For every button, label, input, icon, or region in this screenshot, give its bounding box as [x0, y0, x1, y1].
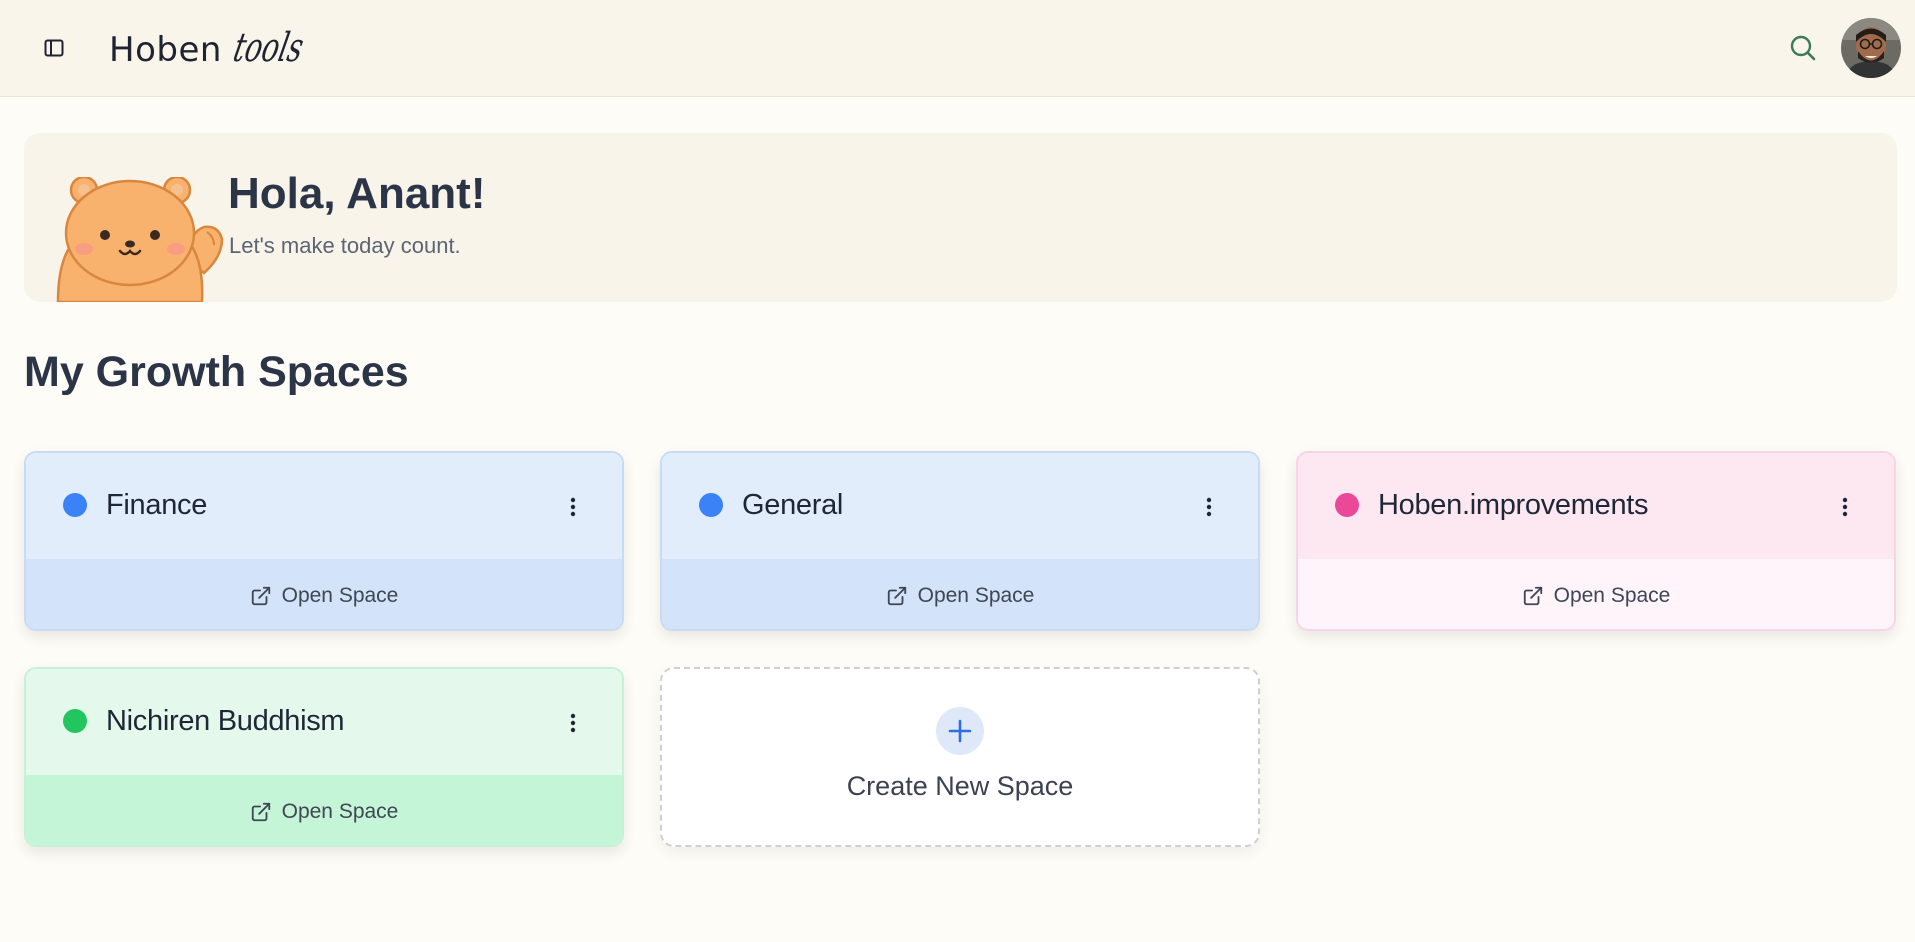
open-space-button[interactable]: Open Space: [26, 775, 622, 845]
space-menu-button[interactable]: [1832, 489, 1858, 525]
plus-icon: [948, 719, 972, 743]
open-space-button[interactable]: Open Space: [26, 559, 622, 629]
more-vertical-icon: [1206, 497, 1212, 517]
external-link-icon: [251, 802, 270, 822]
space-card-header[interactable]: Hoben.improvements: [1298, 453, 1894, 559]
open-space-button[interactable]: Open Space: [1298, 559, 1894, 629]
sidebar-toggle-button[interactable]: [36, 30, 72, 66]
more-vertical-icon: [570, 713, 576, 733]
open-space-button[interactable]: Open Space: [662, 559, 1258, 629]
top-bar: Hoben tools: [0, 0, 1915, 97]
plus-circle: [936, 707, 984, 755]
space-card-general: General Open Space: [660, 451, 1260, 631]
space-color-dot: [63, 493, 87, 517]
user-avatar[interactable]: [1841, 18, 1901, 78]
space-color-dot: [1335, 493, 1359, 517]
space-menu-button[interactable]: [560, 705, 586, 741]
space-name: General: [742, 489, 844, 521]
open-space-label: Open Space: [917, 584, 1035, 607]
user-avatar-image: [1841, 18, 1901, 78]
greeting-title: Hola, Anant!: [228, 169, 486, 218]
logo-text: Hoben: [109, 30, 222, 70]
space-card-nichiren-buddhism: Nichiren Buddhism Open Space: [24, 667, 624, 847]
more-vertical-icon: [570, 497, 576, 517]
sidebar-toggle-icon: [44, 39, 64, 57]
more-vertical-icon: [1842, 497, 1848, 517]
create-new-space-label: Create New Space: [846, 771, 1074, 801]
external-link-icon: [887, 586, 906, 606]
search-icon: [1790, 35, 1816, 61]
space-card-header[interactable]: Nichiren Buddhism: [26, 669, 622, 775]
space-name: Finance: [106, 489, 208, 521]
space-card-header[interactable]: Finance: [26, 453, 622, 559]
section-title: My Growth Spaces: [24, 348, 409, 396]
external-link-icon: [1523, 586, 1542, 606]
space-color-dot: [699, 493, 723, 517]
greeting-subtitle: Let's make today count.: [229, 233, 461, 258]
space-menu-button[interactable]: [1196, 489, 1222, 525]
logo-script-text: tools: [229, 25, 308, 71]
greeting-card: Hola, Anant! Let's make today count.: [24, 133, 1897, 302]
space-card-finance: Finance Open Space: [24, 451, 624, 631]
space-name: Nichiren Buddhism: [106, 705, 345, 737]
app-logo[interactable]: Hoben tools: [109, 18, 325, 78]
space-card-header[interactable]: General: [662, 453, 1258, 559]
create-new-space-button[interactable]: Create New Space: [660, 667, 1260, 847]
open-space-label: Open Space: [281, 584, 399, 607]
open-space-label: Open Space: [281, 800, 399, 823]
external-link-icon: [251, 586, 270, 606]
waving-bear-illustration: [56, 177, 224, 302]
space-menu-button[interactable]: [560, 489, 586, 525]
search-button[interactable]: [1785, 30, 1821, 66]
open-space-label: Open Space: [1553, 584, 1671, 607]
space-name: Hoben.improvements: [1378, 489, 1649, 521]
space-card-hoben-improvements: Hoben.improvements Open Space: [1296, 451, 1896, 631]
space-color-dot: [63, 709, 87, 733]
